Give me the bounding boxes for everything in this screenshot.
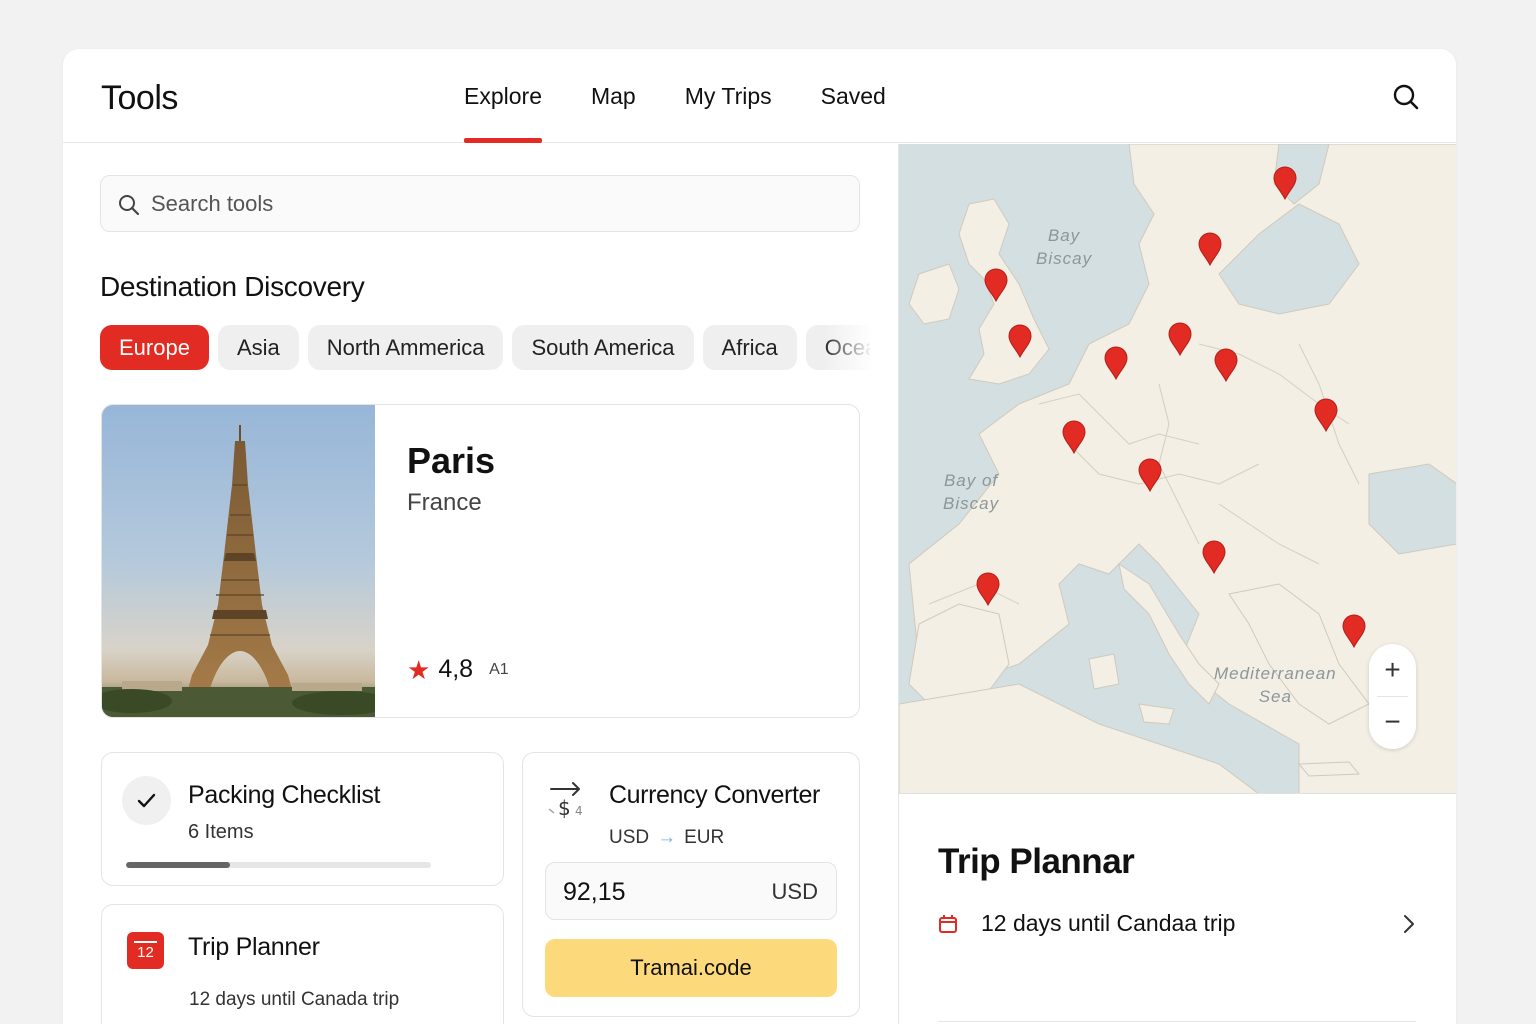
search-bar [100, 175, 860, 232]
trip-countdown-row[interactable]: 12 days until Candaa trip [938, 902, 1416, 946]
divider [938, 1021, 1416, 1022]
tab-saved[interactable]: Saved [821, 49, 886, 143]
map-pin-icon[interactable] [1272, 166, 1298, 200]
packing-progress-bar [126, 862, 431, 868]
map-pin-icon[interactable] [1167, 322, 1193, 356]
app-window: Tools Explore Map My Trips Saved Destina… [63, 49, 1456, 1024]
map-label-sea: Mediterranean Sea [1214, 664, 1337, 706]
chip-asia[interactable]: Asia [217, 325, 299, 370]
packing-progress-fill [126, 862, 230, 868]
destination-card[interactable]: Paris France ★ 4,8 A1 [101, 404, 860, 718]
packing-count: 6 Items [188, 821, 254, 843]
trip-planner-card[interactable]: 12 Trip Planner 12 days until Canada tri… [101, 904, 504, 1024]
search-input[interactable] [151, 186, 841, 222]
map-label-bay-left: Bay of Biscay [943, 471, 1000, 513]
map-pin-icon[interactable] [983, 268, 1009, 302]
destination-rating: ★ 4,8 A1 [407, 655, 509, 684]
tab-my-trips[interactable]: My Trips [685, 49, 772, 143]
map-pin-icon[interactable] [1201, 540, 1227, 574]
tab-map[interactable]: Map [591, 49, 636, 143]
currency-exchange-icon: $ 4 [548, 782, 583, 819]
planner-title: Trip Planner [188, 933, 320, 961]
packing-title: Packing Checklist [188, 781, 381, 809]
planner-countdown: 12 days until Canada trip [189, 989, 400, 1010]
svg-text:4: 4 [575, 804, 583, 818]
app-title: Tools [101, 79, 178, 117]
destination-photo [102, 405, 392, 717]
chip-north-america[interactable]: North Ammerica [307, 325, 504, 370]
amount-field[interactable]: 92,15 USD [545, 862, 837, 920]
trip-countdown-text: 12 days until Candaa trip [981, 910, 1236, 936]
map-pin-icon[interactable] [1137, 458, 1163, 492]
eiffel-tower-image [102, 425, 392, 717]
europe-map[interactable]: Bay Biscay Bay of Biscay Mediterranean S… [899, 144, 1456, 794]
chip-south-america[interactable]: South America [512, 325, 694, 370]
search-icon[interactable] [1392, 83, 1420, 111]
search-icon [119, 195, 140, 216]
arrow-right-icon: → [657, 827, 677, 848]
packing-checklist-card[interactable]: Packing Checklist 6 Items [101, 752, 504, 886]
chip-europe[interactable]: Europe [100, 325, 209, 370]
map-pin-icon[interactable] [1103, 346, 1129, 380]
destination-name: Paris [407, 440, 496, 481]
map-pin-icon[interactable] [1007, 324, 1033, 358]
calendar-icon [939, 915, 957, 933]
amount-value: 92,15 [563, 878, 626, 906]
top-bar: Tools Explore Map My Trips Saved [63, 49, 1456, 143]
section-title: Destination Discovery [100, 271, 365, 302]
currency-to: EUR [684, 827, 725, 848]
tab-explore[interactable]: Explore [464, 49, 542, 143]
chip-africa[interactable]: Africa [702, 325, 797, 370]
star-icon: ★ [407, 654, 431, 685]
calendar-icon: 12 [127, 932, 164, 969]
currency-pair: USD → EUR [609, 827, 724, 849]
chips-fade [823, 325, 873, 371]
trip-planner-title: Trip Plannar [938, 842, 1135, 881]
map-pin-icon[interactable] [1313, 398, 1339, 432]
rating-value: 4,8 [438, 655, 474, 683]
zoom-out-button[interactable]: − [1369, 696, 1416, 748]
convert-button[interactable]: Tramai.code [545, 939, 837, 997]
main-nav: Explore Map My Trips Saved [464, 49, 886, 143]
map-panel: Bay Biscay Bay of Biscay Mediterranean S… [898, 144, 1456, 1024]
checkmark-icon [122, 776, 171, 825]
zoom-controls: + − [1369, 644, 1416, 749]
map-pin-icon[interactable] [1061, 420, 1087, 454]
currency-title: Currency Converter [609, 781, 820, 809]
chevron-right-icon [1404, 915, 1414, 933]
map-pin-icon[interactable] [1341, 614, 1367, 648]
region-filter: Europe Asia North Ammerica South America… [100, 325, 870, 371]
amount-unit: USD [771, 879, 818, 904]
map-pin-icon[interactable] [1213, 348, 1239, 382]
map-pin-icon[interactable] [1197, 232, 1223, 266]
currency-from: USD [609, 827, 650, 848]
currency-converter-card: $ 4 Currency Converter USD → EUR 92,15 U… [522, 752, 860, 1017]
svg-text:$: $ [558, 796, 571, 819]
destination-country: France [407, 489, 482, 516]
map-pin-icon[interactable] [975, 572, 1001, 606]
map-label-bay-top: Bay Biscay [1036, 226, 1093, 268]
zoom-in-button[interactable]: + [1369, 644, 1416, 696]
tools-panel: Destination Discovery Europe Asia North … [63, 144, 898, 1024]
rating-count: A1 [489, 660, 509, 678]
